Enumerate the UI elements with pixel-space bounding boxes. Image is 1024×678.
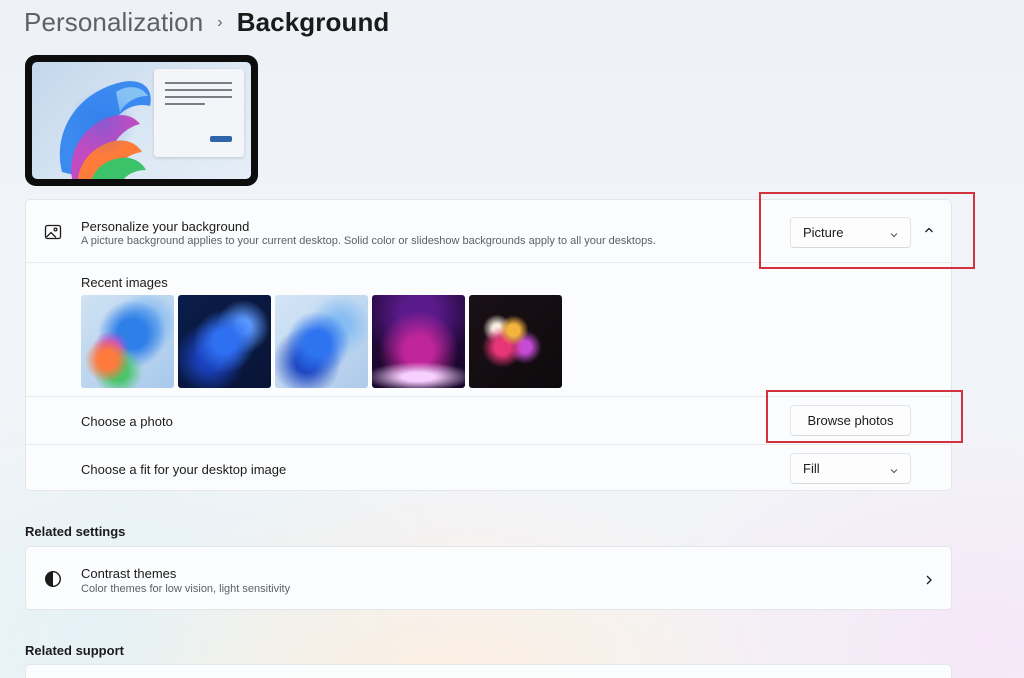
recent-image-abstract-ribbons[interactable] [469, 295, 562, 388]
preview-line [165, 89, 232, 91]
desktop-preview [25, 55, 258, 186]
personalize-background-title: Personalize your background [81, 219, 250, 234]
preview-wallpaper [32, 62, 251, 179]
breadcrumb-separator: › [217, 14, 223, 31]
personalize-background-row: Personalize your background A picture ba… [26, 200, 951, 262]
preview-line [165, 96, 232, 98]
recent-image-purple-glow[interactable] [372, 295, 465, 388]
preview-window-mockup [154, 69, 244, 157]
browse-photos-button[interactable]: Browse photos [790, 405, 911, 436]
breadcrumb-personalization[interactable]: Personalization [24, 7, 203, 38]
preview-button-mockup [210, 136, 232, 142]
recent-images-label: Recent images [81, 275, 168, 290]
choose-photo-row: Choose a photo Browse photos [26, 396, 951, 444]
recent-image-bloom-colorful[interactable] [81, 295, 174, 388]
choose-fit-label: Choose a fit for your desktop image [81, 462, 287, 477]
preview-line [165, 103, 205, 105]
collapse-section-button[interactable] [914, 217, 944, 247]
choose-fit-row: Choose a fit for your desktop image Fill [26, 444, 951, 492]
background-type-dropdown[interactable]: Picture [790, 217, 911, 248]
related-settings-header: Related settings [25, 524, 126, 539]
contrast-themes-link[interactable]: Contrast themes Color themes for low vis… [25, 546, 952, 610]
background-type-value: Picture [803, 225, 844, 240]
recent-images-list [81, 295, 562, 388]
preview-line [165, 82, 232, 84]
contrast-themes-title: Contrast themes [81, 566, 177, 581]
picture-icon [43, 222, 63, 242]
fit-dropdown[interactable]: Fill [790, 453, 911, 484]
chevron-up-icon [923, 223, 935, 241]
fit-value: Fill [803, 461, 820, 476]
recent-images-row: Recent images [26, 262, 951, 396]
contrast-icon [43, 569, 63, 589]
choose-photo-label: Choose a photo [81, 414, 173, 429]
chevron-down-icon [889, 228, 899, 243]
recent-image-bloom-dark-blue[interactable] [178, 295, 271, 388]
background-settings-card: Personalize your background A picture ba… [25, 199, 952, 491]
related-support-card [25, 664, 952, 678]
personalize-background-subtitle: A picture background applies to your cur… [81, 235, 656, 247]
page-title: Background [236, 6, 390, 37]
breadcrumb: Personalization › Background [24, 4, 389, 40]
recent-image-bloom-light-blue[interactable] [275, 295, 368, 388]
chevron-right-icon [924, 573, 934, 591]
related-support-header: Related support [25, 643, 124, 658]
chevron-down-icon [889, 464, 899, 479]
contrast-themes-subtitle: Color themes for low vision, light sensi… [81, 583, 291, 595]
